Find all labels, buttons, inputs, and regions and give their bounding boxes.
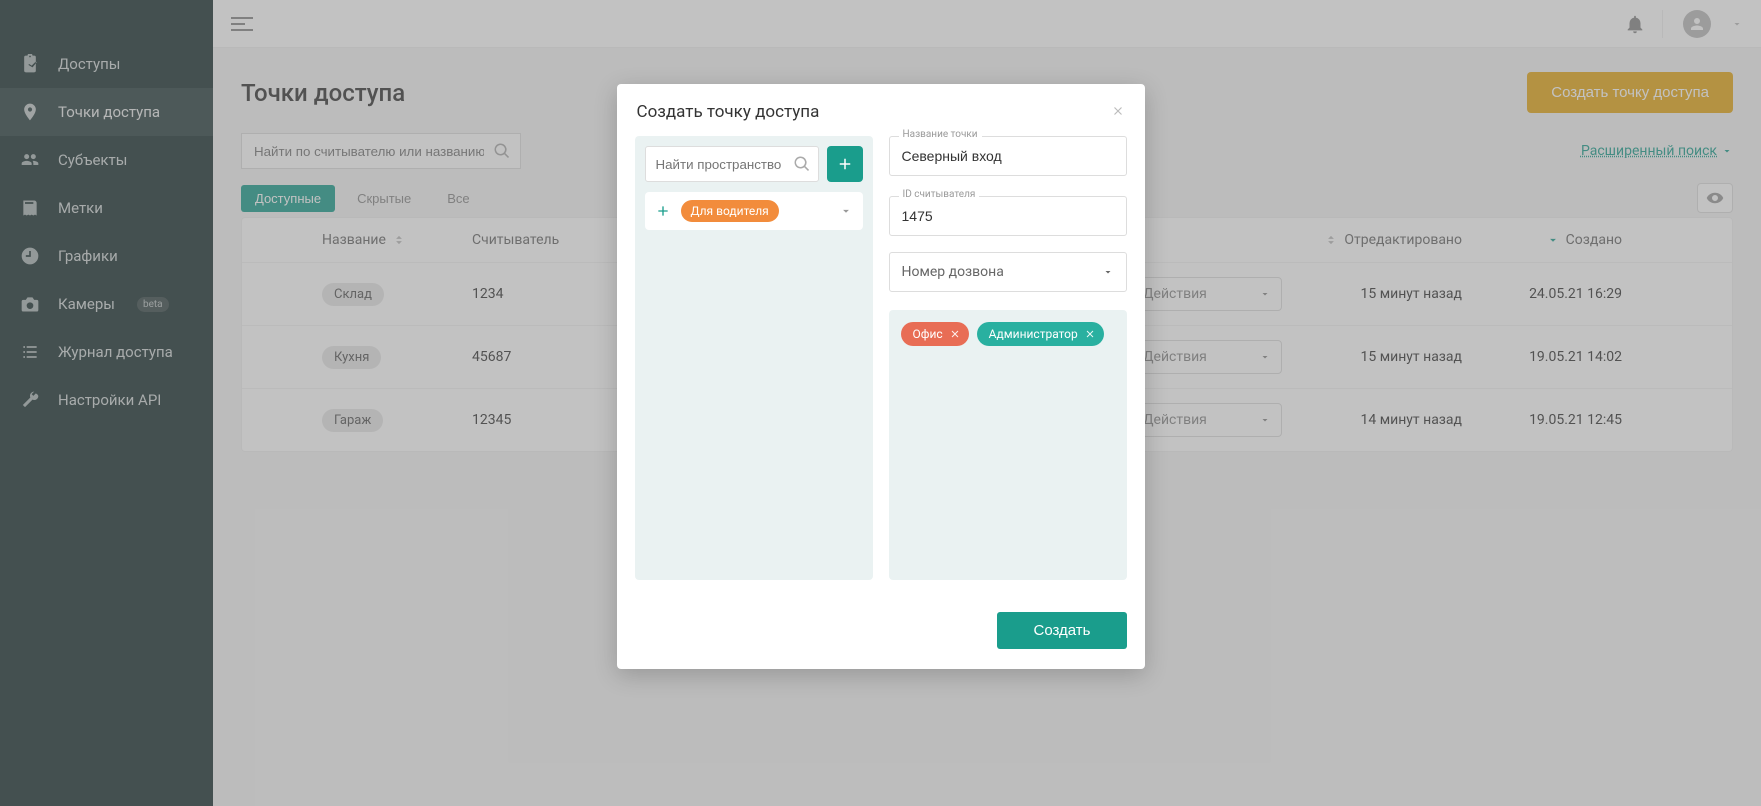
reader-input[interactable] — [889, 196, 1127, 236]
space-chip: Для водителя — [681, 200, 779, 222]
name-input[interactable] — [889, 136, 1127, 176]
name-label: Название точки — [899, 129, 982, 140]
chevron-down-icon — [1102, 266, 1114, 278]
space-item[interactable]: Для водителя — [645, 192, 863, 230]
modal-overlay[interactable]: Создать точку доступа — [0, 0, 1761, 806]
dial-number-select[interactable]: Номер дозвона — [889, 252, 1127, 292]
add-space-button[interactable] — [827, 146, 863, 182]
plus-icon — [836, 155, 854, 173]
modal-title: Создать точку доступа — [637, 102, 820, 122]
modal-submit-button[interactable]: Создать — [997, 612, 1126, 649]
plus-icon — [655, 203, 671, 219]
remove-icon[interactable] — [1084, 328, 1096, 340]
tag-chip-office[interactable]: Офис — [901, 322, 969, 346]
chevron-down-icon — [839, 204, 853, 218]
tag-chip-admin[interactable]: Администратор — [977, 322, 1104, 346]
reader-field: ID считывателя — [889, 196, 1127, 236]
tags-panel: Офис Администратор — [889, 310, 1127, 580]
dial-number-label: Номер дозвона — [902, 264, 1004, 280]
reader-label: ID считывателя — [899, 189, 980, 200]
tag-label: Администратор — [989, 327, 1078, 341]
tag-label: Офис — [913, 327, 943, 341]
spaces-panel: Для водителя — [635, 136, 873, 580]
search-icon — [793, 155, 811, 173]
remove-icon[interactable] — [949, 328, 961, 340]
modal-close-button[interactable] — [1111, 104, 1125, 121]
space-search — [645, 146, 819, 182]
create-access-point-modal: Создать точку доступа — [617, 84, 1145, 669]
name-field: Название точки — [889, 136, 1127, 176]
close-icon — [1111, 104, 1125, 118]
